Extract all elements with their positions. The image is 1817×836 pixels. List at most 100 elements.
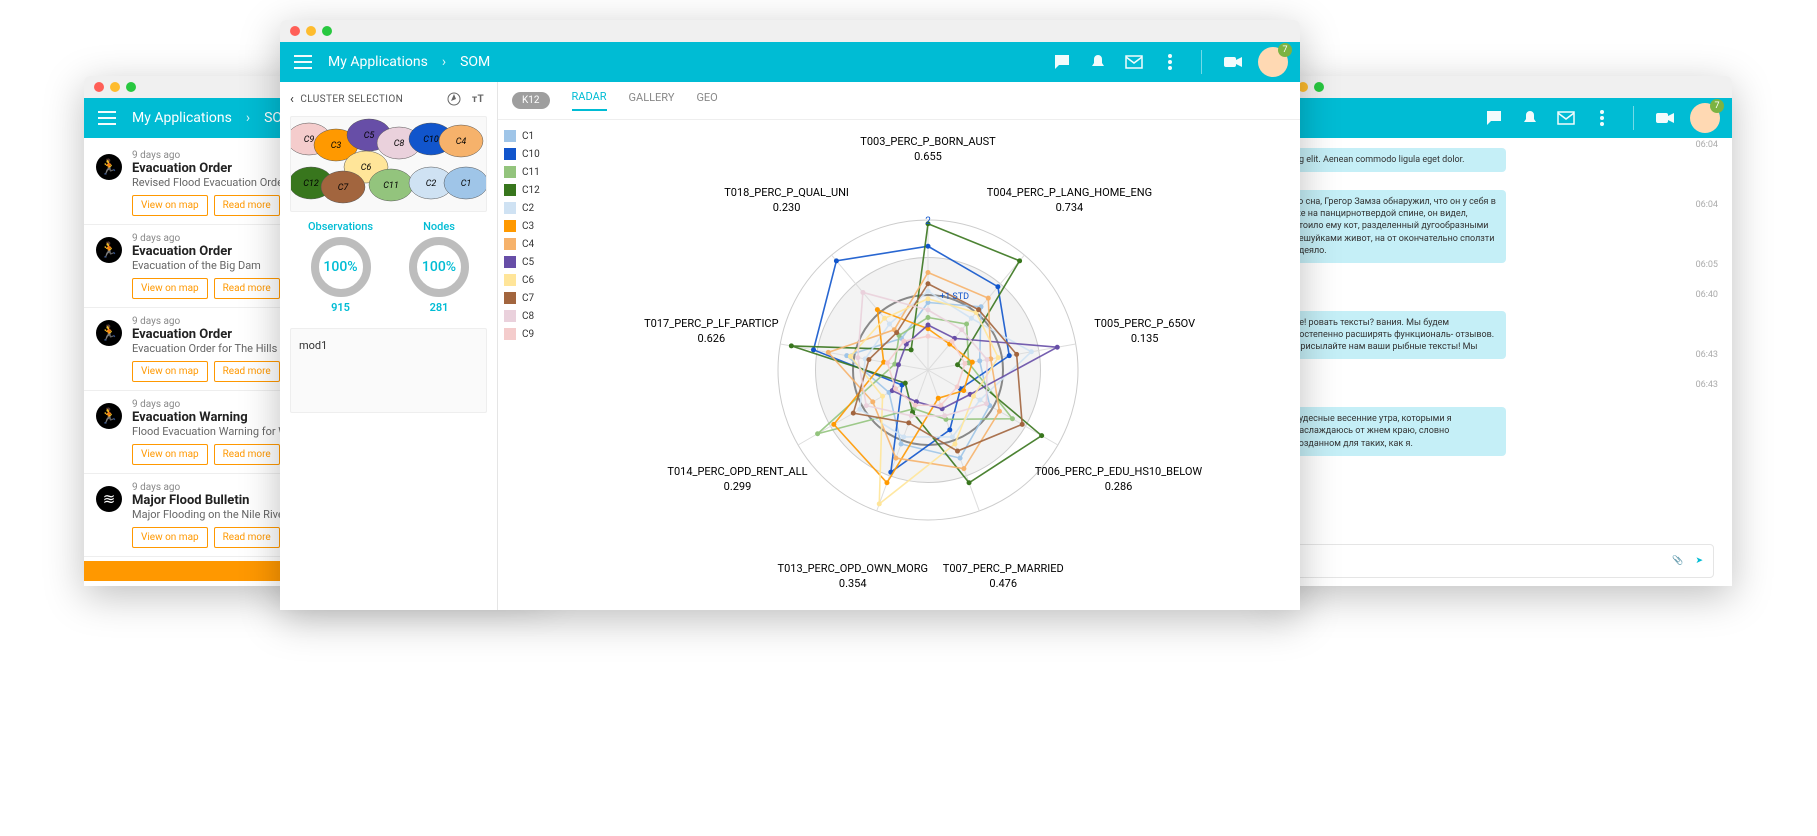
legend-swatch	[504, 130, 516, 142]
radar-axis-label: T007_PERC_P_MARRIED0.476	[943, 562, 1064, 592]
chat-icon[interactable]	[1483, 107, 1505, 129]
legend-label: C8	[522, 311, 534, 322]
legend-label: C3	[522, 221, 534, 232]
run-icon: 🏃	[96, 403, 122, 429]
read-more-button[interactable]: Read more	[214, 195, 280, 216]
chat-timestamp: 06:04	[1696, 140, 1718, 150]
avatar-badge: 7	[1278, 43, 1292, 57]
menu-icon[interactable]	[96, 107, 118, 129]
max-dot[interactable]	[1314, 82, 1324, 92]
radar-axis-label: T005_PERC_P_65OV0.135	[1094, 317, 1195, 347]
legend-item[interactable]: C10	[504, 148, 562, 160]
tab-gallery[interactable]: GALLERY	[629, 91, 675, 110]
attach-icon[interactable]: 📎	[1672, 556, 1683, 566]
legend-item[interactable]: C8	[504, 310, 562, 322]
run-icon: 🏃	[96, 154, 122, 180]
avatar-badge: 7	[1710, 99, 1724, 113]
bell-icon[interactable]	[1519, 107, 1541, 129]
close-dot[interactable]	[94, 82, 104, 92]
panel-title: CLUSTER SELECTION	[300, 94, 403, 105]
video-icon[interactable]	[1222, 51, 1244, 73]
legend-label: C1	[522, 131, 534, 142]
run-icon: 🏃	[96, 320, 122, 346]
chart-legend: C1 C10 C11 C12 C2 C3 C4 C5 C6 C7 C8 C9	[498, 120, 568, 610]
back-icon[interactable]: ‹	[290, 92, 294, 107]
legend-item[interactable]: C7	[504, 292, 562, 304]
legend-item[interactable]: C2	[504, 202, 562, 214]
mail-icon[interactable]	[1123, 51, 1145, 73]
legend-label: C10	[522, 149, 540, 160]
send-icon[interactable]: ➤	[1695, 556, 1703, 566]
svg-text:2: 2	[925, 216, 931, 227]
legend-item[interactable]: C6	[504, 274, 562, 286]
svg-text:C2: C2	[426, 179, 437, 189]
window-titlebar	[1272, 76, 1732, 98]
breadcrumb-root[interactable]: My Applications	[132, 110, 232, 126]
chat-icon[interactable]	[1051, 51, 1073, 73]
cluster-panel: ‹ CLUSTER SELECTION тT C9C3C5C8C10C4C6C1…	[280, 82, 498, 610]
max-dot[interactable]	[126, 82, 136, 92]
legend-item[interactable]: C3	[504, 220, 562, 232]
menu-icon[interactable]	[292, 51, 314, 73]
video-icon[interactable]	[1654, 107, 1676, 129]
max-dot[interactable]	[322, 26, 332, 36]
app-header: 7	[1272, 98, 1732, 138]
legend-swatch	[504, 220, 516, 232]
close-dot[interactable]	[290, 26, 300, 36]
avatar[interactable]: 7	[1690, 103, 1720, 133]
model-box[interactable]: mod1	[290, 328, 487, 413]
right-window: 7 ng elit. Aenean commodo ligula eget do…	[1272, 76, 1732, 586]
avatar[interactable]: 7	[1258, 47, 1288, 77]
mail-icon[interactable]	[1555, 107, 1577, 129]
breadcrumb-leaf[interactable]: SOM	[460, 54, 490, 70]
view-on-map-button[interactable]: View on map	[132, 195, 208, 216]
legend-label: C2	[522, 203, 534, 214]
chat-timestamp: 06:04	[1696, 200, 1718, 210]
legend-swatch	[504, 256, 516, 268]
svg-text:C12: C12	[303, 179, 319, 189]
view-on-map-button[interactable]: View on map	[132, 278, 208, 299]
radar-axis-label: T003_PERC_P_BORN_AUST0.655	[860, 135, 995, 165]
tab-geo[interactable]: GEO	[696, 91, 717, 110]
legend-item[interactable]: C11	[504, 166, 562, 178]
breadcrumb-root[interactable]: My Applications	[328, 54, 428, 70]
chevron-right-icon: ›	[246, 110, 250, 126]
read-more-button[interactable]: Read more	[214, 361, 280, 382]
view-on-map-button[interactable]: View on map	[132, 444, 208, 465]
chat-input[interactable]: 📎➤	[1280, 544, 1714, 578]
separator	[1201, 50, 1202, 74]
read-more-button[interactable]: Read more	[214, 444, 280, 465]
more-icon[interactable]	[1591, 107, 1613, 129]
svg-text:+1 STD: +1 STD	[940, 292, 969, 302]
compass-icon[interactable]	[445, 90, 463, 108]
min-dot[interactable]	[306, 26, 316, 36]
radar-axis-label: T006_PERC_P_EDU_HS10_BELOW0.286	[1035, 465, 1202, 495]
svg-text:C4: C4	[456, 137, 467, 147]
legend-item[interactable]: C4	[504, 238, 562, 250]
legend-item[interactable]: C1	[504, 130, 562, 142]
svg-text:C6: C6	[361, 163, 372, 173]
read-more-button[interactable]: Read more	[214, 278, 280, 299]
text-size-icon[interactable]: тT	[469, 90, 487, 108]
read-more-button[interactable]: Read more	[214, 527, 280, 548]
legend-label: C12	[522, 185, 540, 196]
som-map[interactable]: C9C3C5C8C10C4C6C12C7C11C2C1	[290, 116, 487, 212]
wave-icon: ≋	[96, 486, 122, 512]
legend-item[interactable]: C9	[504, 328, 562, 340]
legend-label: C4	[522, 239, 534, 250]
view-on-map-button[interactable]: View on map	[132, 361, 208, 382]
min-dot[interactable]	[110, 82, 120, 92]
tab-radar[interactable]: RADAR	[572, 90, 607, 111]
k-pill[interactable]: K12	[512, 92, 550, 109]
legend-item[interactable]: C12	[504, 184, 562, 196]
radar-chart[interactable]: 2+1 STD T003_PERC_P_BORN_AUST0.655T004_P…	[568, 120, 1300, 610]
legend-swatch	[504, 166, 516, 178]
chat-timestamp: 06:40	[1696, 290, 1718, 300]
view-on-map-button[interactable]: View on map	[132, 527, 208, 548]
chat-timestamp: 06:43	[1696, 380, 1718, 390]
legend-item[interactable]: C5	[504, 256, 562, 268]
chat-bubble: ие! ровать тексты? вания. Мы будем посте…	[1286, 311, 1506, 359]
more-icon[interactable]	[1159, 51, 1181, 73]
bell-icon[interactable]	[1087, 51, 1109, 73]
radar-axis-label: T017_PERC_P_LF_PARTICP0.626	[644, 317, 778, 347]
